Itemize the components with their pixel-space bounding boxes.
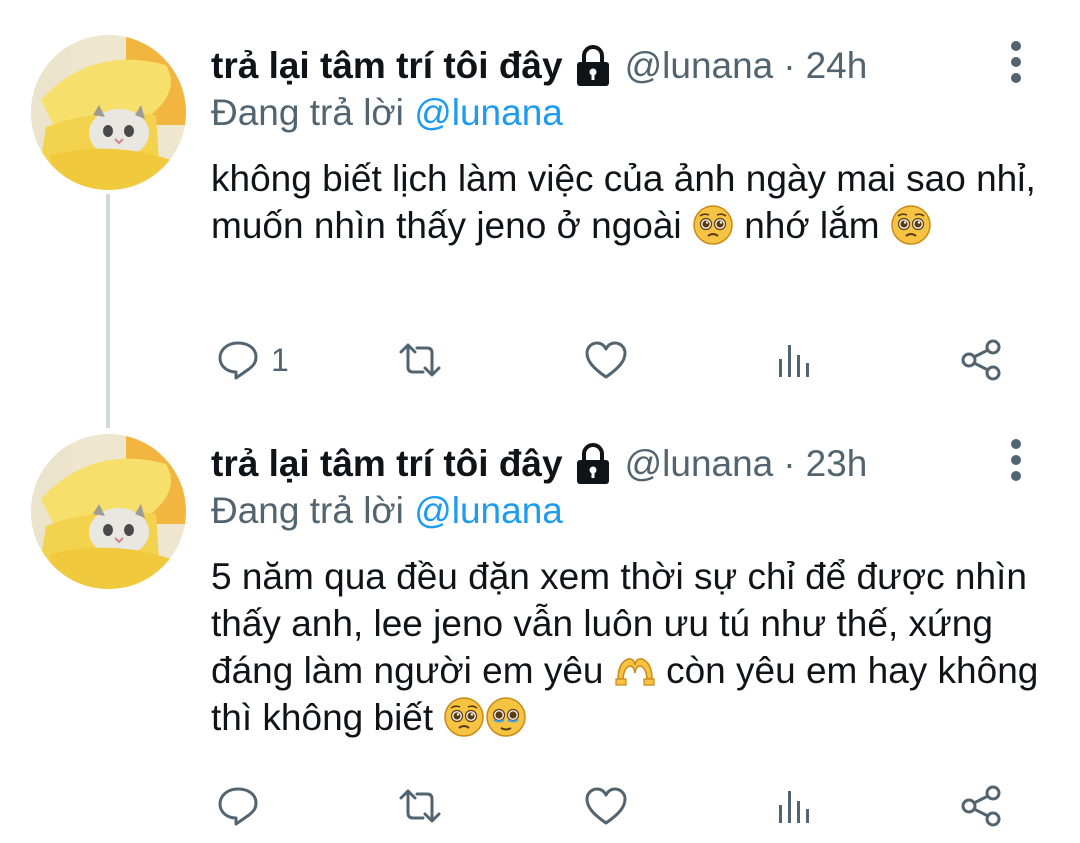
pleading-face-emoji (693, 205, 733, 245)
replying-to-label: Đang trả lời @lunana (211, 490, 563, 532)
reply-count: 1 (271, 341, 289, 378)
avatar[interactable] (31, 35, 186, 190)
pleading-face-emoji (444, 697, 485, 737)
cat-avatar-image (31, 35, 186, 190)
like-button[interactable] (583, 776, 629, 836)
mention-link[interactable]: @lunana (414, 490, 563, 531)
tweet-actions (211, 776, 1011, 836)
tweet[interactable]: trả lại tâm trí tôi đây @lunana · 23h Đa… (0, 420, 1080, 843)
views-icon (779, 791, 809, 823)
views-button[interactable] (771, 330, 817, 390)
reply-button[interactable]: 1 (215, 330, 289, 390)
like-button[interactable] (583, 330, 629, 390)
more-options-icon[interactable] (1004, 438, 1028, 482)
mention-link[interactable]: @lunana (414, 92, 563, 133)
timestamp[interactable]: 23h (806, 443, 868, 485)
tweet-actions: 1 (211, 330, 1011, 390)
reply-button[interactable] (215, 776, 271, 836)
user-handle[interactable]: @lunana (625, 443, 774, 485)
share-button[interactable] (959, 330, 1005, 390)
retweet-icon (399, 343, 441, 377)
avatar[interactable] (31, 434, 186, 589)
pleading-face-emoji (891, 205, 931, 245)
user-handle[interactable]: @lunana (625, 45, 774, 87)
holding-back-tears-emoji (486, 697, 527, 737)
tweet-header: trả lại tâm trí tôi đây @lunana · 23h (211, 436, 867, 492)
lock-icon (576, 45, 609, 86)
replying-prefix: Đang trả lời (211, 490, 404, 531)
like-icon (585, 787, 627, 825)
tweet-header: trả lại tâm trí tôi đây @lunana · 24h (211, 38, 867, 94)
separator-dot: · (783, 443, 796, 484)
tweet-text: 5 năm qua đều đặn xem thời sự chỉ để đượ… (211, 553, 1051, 741)
display-name[interactable]: trả lại tâm trí tôi đây (211, 45, 563, 87)
tweet-text: không biết lịch làm việc của ảnh ngày ma… (211, 155, 1051, 249)
timestamp[interactable]: 24h (806, 45, 868, 87)
display-name[interactable]: trả lại tâm trí tôi đây (211, 443, 563, 485)
tweet-text-part: nhớ lắm (733, 205, 890, 246)
cat-avatar-image (31, 434, 186, 589)
more-options-icon[interactable] (1004, 40, 1028, 84)
reply-icon (218, 341, 258, 380)
heart-hands-emoji (615, 658, 655, 686)
share-icon (961, 339, 1001, 381)
share-button[interactable] (959, 776, 1005, 836)
lock-icon (576, 443, 609, 484)
retweet-button[interactable] (397, 776, 443, 836)
views-icon (779, 345, 809, 377)
share-icon (961, 785, 1001, 827)
retweet-icon (399, 789, 441, 823)
retweet-button[interactable] (397, 330, 443, 390)
tweet[interactable]: trả lại tâm trí tôi đây @lunana · 24h Đa… (0, 0, 1080, 420)
separator-dot: · (783, 45, 796, 86)
like-icon (585, 341, 627, 379)
replying-prefix: Đang trả lời (211, 92, 404, 133)
replying-to-label: Đang trả lời @lunana (211, 92, 563, 134)
reply-icon (218, 787, 258, 826)
views-button[interactable] (771, 776, 817, 836)
